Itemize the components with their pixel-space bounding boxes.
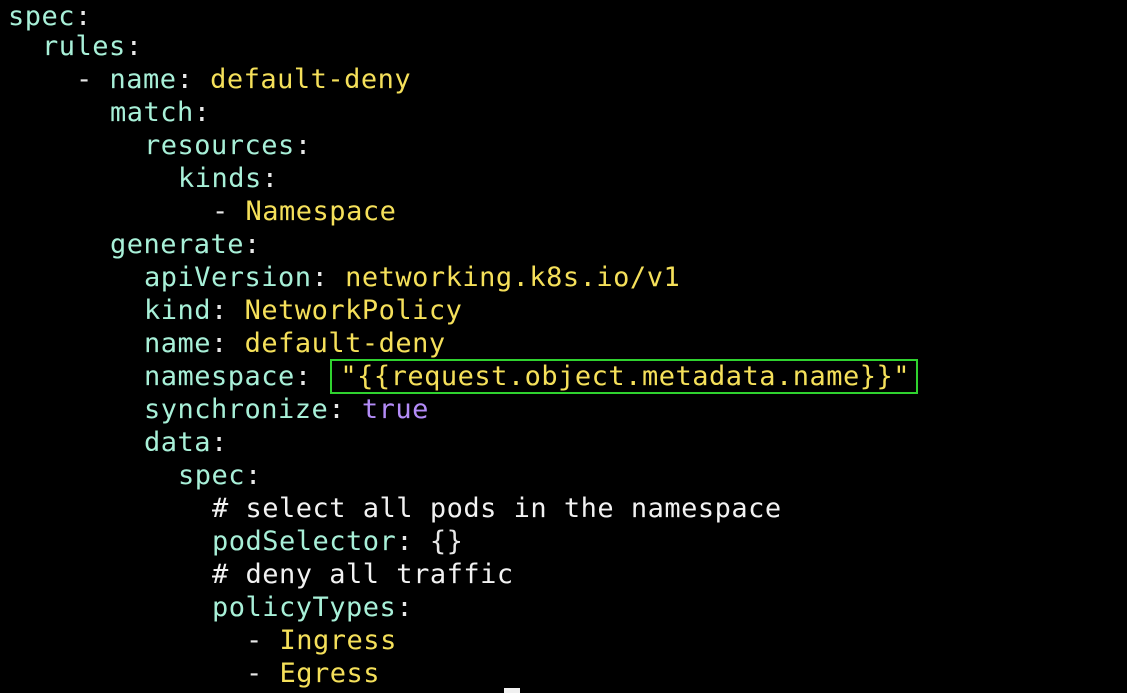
code-line-podselector: podSelector: {} [212,525,463,558]
yaml-value: networking.k8s.io/v1 [345,262,681,293]
yaml-colon: : [294,130,312,161]
code-line-egress: - Egress [246,657,380,690]
code-line-spec: spec: [8,0,92,33]
highlighted-namespace-value: "{{request.object.metadata.name}}" [330,359,919,394]
code-line-namespace: namespace: "{{request.object.metadata.na… [144,359,919,394]
yaml-colon: : [396,526,414,557]
yaml-key: synchronize [144,394,329,425]
yaml-colon: : [328,394,346,425]
yaml-key: apiVersion [144,262,312,293]
yaml-value: Ingress [279,625,397,656]
list-dash: - [246,658,263,689]
yaml-colon: : [311,262,329,293]
yaml-key: resources [144,130,295,161]
list-dash: - [246,625,263,656]
code-line-synchronize: synchronize: true [144,393,429,426]
yaml-colon: : [245,460,262,491]
yaml-key: podSelector [212,526,397,557]
yaml-key: namespace [144,361,295,392]
list-dash: - [212,196,229,227]
code-line-ingress: - Ingress [246,624,397,657]
yaml-colon: : [244,229,261,260]
code-line-comment-select: # select all pods in the namespace [212,492,782,525]
yaml-value: NetworkPolicy [244,295,463,326]
code-line-comment-deny: # deny all traffic [212,558,514,591]
code-line-apiversion: apiVersion: networking.k8s.io/v1 [144,261,680,294]
yaml-editor[interactable]: spec: rules: - name: default-deny match:… [0,0,1127,693]
yaml-colon: : [294,361,312,392]
yaml-key: generate [110,229,245,260]
code-line-resources: resources: [144,129,312,162]
code-line-kinds: kinds: [178,162,279,195]
yaml-key: policyTypes [212,592,397,623]
yaml-key: kinds [178,163,262,194]
yaml-colon: : [125,31,143,62]
yaml-colon: : [211,328,228,359]
yaml-colon: : [211,427,228,458]
yaml-value: default-deny [210,64,412,95]
code-line-policytypes: policyTypes: [212,591,413,624]
text-cursor [504,688,520,693]
yaml-value: Namespace [245,196,397,227]
yaml-value: Egress [279,658,381,689]
yaml-colon: : [193,97,211,128]
code-line-data-spec: spec: [178,459,262,492]
yaml-key: spec [178,460,246,491]
code-line-kind-namespace: - Namespace [212,195,396,228]
yaml-key: spec [8,1,76,32]
code-line-match: match: [110,96,211,129]
yaml-key: match [110,97,194,128]
list-dash: - [76,64,93,95]
yaml-key: data [144,427,212,458]
yaml-boolean: true [361,394,429,425]
yaml-key: kind [144,295,212,326]
yaml-key: rules [42,31,126,62]
yaml-comment: # deny all traffic [212,559,514,590]
code-line-kind: kind: NetworkPolicy [144,294,462,327]
code-line-rules: rules: [42,30,143,63]
yaml-comment: # select all pods in the namespace [212,493,782,524]
yaml-colon: : [176,64,194,95]
code-line-rule-name: - name: default-deny [76,63,411,96]
yaml-value: default-deny [244,328,446,359]
yaml-key: name [144,328,212,359]
yaml-colon: : [261,163,279,194]
yaml-key: name [109,64,177,95]
yaml-value: {} [429,526,464,557]
yaml-colon: : [396,592,414,623]
code-line-name: name: default-deny [144,327,446,360]
yaml-colon: : [211,295,228,326]
code-line-generate: generate: [110,228,261,261]
yaml-colon: : [75,1,92,32]
code-line-data: data: [144,426,228,459]
